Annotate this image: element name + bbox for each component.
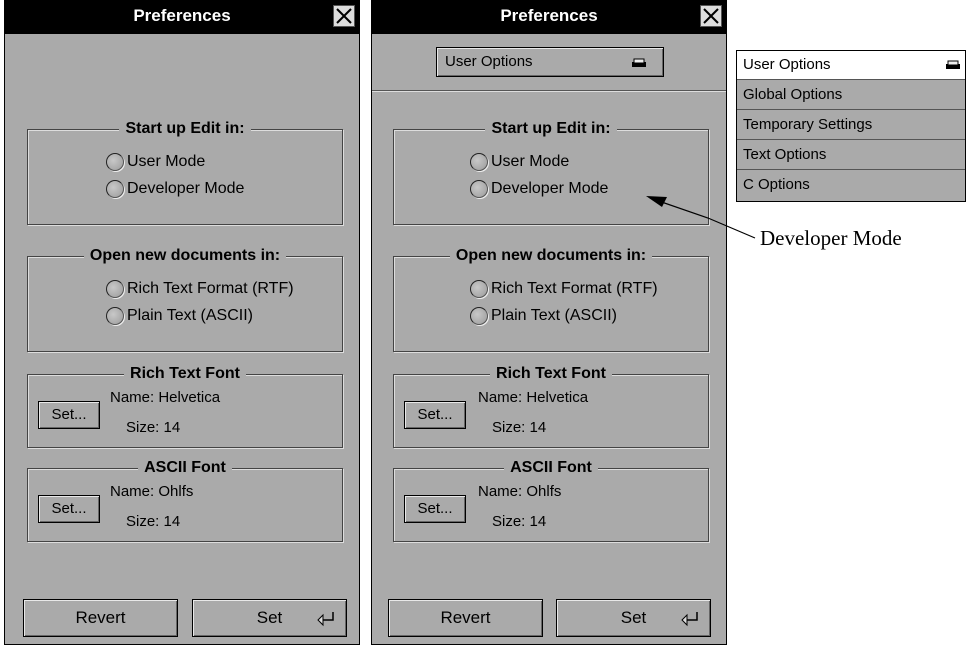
ascii-font-set-button[interactable]: Set...	[38, 495, 100, 523]
radio-rtf[interactable]: Rich Text Format (RTF)	[106, 279, 294, 299]
radio-icon	[470, 153, 488, 171]
rich-font-name: Name: Helvetica	[478, 389, 589, 406]
menu-item-label: Text Options	[743, 146, 827, 163]
close-button[interactable]	[333, 5, 355, 27]
open-documents-group: Open new documents in: Rich Text Format …	[393, 247, 709, 352]
rich-font-set-button[interactable]: Set...	[404, 401, 466, 429]
return-key-icon	[317, 612, 334, 627]
ascii-font-group: ASCII Font Set... Name: Ohlfs Size: 14	[27, 459, 343, 542]
close-icon	[703, 8, 719, 24]
ascii-font-size: Size: 14	[492, 513, 547, 530]
menu-item-temporary-settings[interactable]: Temporary Settings	[737, 111, 965, 140]
revert-button[interactable]: Revert	[23, 599, 178, 637]
radio-icon	[106, 180, 124, 198]
rich-font-name: Name: Helvetica	[110, 389, 221, 406]
radio-icon	[470, 280, 488, 298]
radio-label: Plain Text (ASCII)	[127, 307, 253, 324]
rich-font-size: Size: 14	[492, 419, 547, 436]
radio-label: Plain Text (ASCII)	[491, 307, 617, 324]
preferences-window-left: Preferences Start up Edit in: User Mode …	[4, 0, 360, 645]
startup-group: Start up Edit in: User Mode Developer Mo…	[393, 120, 709, 225]
radio-label: User Mode	[491, 153, 570, 170]
radio-label: Rich Text Format (RTF)	[127, 280, 294, 297]
rich-text-font-legend: Rich Text Font	[124, 365, 246, 382]
radio-icon	[106, 307, 124, 325]
startup-legend: Start up Edit in:	[119, 120, 251, 137]
radio-label: Rich Text Format (RTF)	[491, 280, 658, 297]
menu-item-label: Global Options	[743, 86, 843, 103]
options-popup-button[interactable]: User Options	[436, 47, 664, 77]
radio-icon	[106, 153, 124, 171]
radio-label: User Mode	[127, 153, 206, 170]
radio-user-mode[interactable]: User Mode	[106, 152, 205, 172]
revert-label: Revert	[75, 608, 126, 627]
open-documents-legend: Open new documents in:	[83, 247, 287, 264]
radio-rtf[interactable]: Rich Text Format (RTF)	[470, 279, 658, 299]
radio-ascii[interactable]: Plain Text (ASCII)	[106, 306, 253, 326]
set-label: Set	[256, 608, 283, 627]
set-button[interactable]: Set	[192, 599, 347, 637]
radio-ascii[interactable]: Plain Text (ASCII)	[470, 306, 617, 326]
menu-item-label: C Options	[743, 176, 810, 193]
open-documents-group: Open new documents in: Rich Text Format …	[27, 247, 343, 352]
radio-icon	[470, 307, 488, 325]
annotation-label: Developer Mode	[760, 226, 902, 250]
ascii-font-name: Name: Ohlfs	[110, 483, 194, 500]
popup-indicator-icon	[946, 60, 960, 69]
ascii-font-size: Size: 14	[126, 513, 181, 530]
radio-icon	[106, 280, 124, 298]
return-key-icon	[681, 612, 698, 627]
menu-item-label: Temporary Settings	[743, 116, 873, 133]
options-popup-value: User Options	[445, 53, 533, 70]
menu-item-text-options[interactable]: Text Options	[737, 141, 965, 170]
rich-font-size: Size: 14	[126, 419, 181, 436]
window-title: Preferences	[500, 6, 598, 25]
open-documents-legend: Open new documents in:	[449, 247, 653, 264]
menu-item-c-options[interactable]: C Options	[737, 171, 965, 200]
popup-indicator-icon	[632, 58, 646, 67]
rich-text-font-legend: Rich Text Font	[490, 365, 612, 382]
preferences-window-right: Preferences User Options Start up Edit i…	[371, 0, 727, 645]
ascii-font-set-button[interactable]: Set...	[404, 495, 466, 523]
radio-developer-mode[interactable]: Developer Mode	[106, 179, 244, 199]
window-title: Preferences	[133, 6, 231, 25]
set-label: Set	[620, 608, 647, 627]
radio-label: Developer Mode	[127, 180, 245, 197]
title-bar[interactable]: Preferences	[372, 1, 726, 34]
ascii-font-group: ASCII Font Set... Name: Ohlfs Size: 14	[393, 459, 709, 542]
rich-text-font-group: Rich Text Font Set... Name: Helvetica Si…	[27, 365, 343, 448]
revert-label: Revert	[440, 608, 491, 627]
menu-item-user-options[interactable]: User Options	[737, 51, 965, 80]
close-button[interactable]	[700, 5, 722, 27]
rich-text-font-group: Rich Text Font Set... Name: Helvetica Si…	[393, 365, 709, 448]
radio-user-mode[interactable]: User Mode	[470, 152, 569, 172]
startup-legend: Start up Edit in:	[485, 120, 617, 137]
title-bar[interactable]: Preferences	[5, 1, 359, 34]
ascii-font-legend: ASCII Font	[138, 459, 232, 476]
revert-button[interactable]: Revert	[388, 599, 543, 637]
ascii-font-name: Name: Ohlfs	[478, 483, 562, 500]
radio-developer-mode[interactable]: Developer Mode	[470, 179, 608, 199]
radio-label: Developer Mode	[491, 180, 609, 197]
ascii-font-legend: ASCII Font	[504, 459, 598, 476]
divider	[372, 90, 726, 92]
menu-item-global-options[interactable]: Global Options	[737, 81, 965, 110]
options-popup-menu: User Options Global Options Temporary Se…	[736, 50, 966, 202]
startup-group: Start up Edit in: User Mode Developer Mo…	[27, 120, 343, 225]
close-icon	[336, 8, 352, 24]
radio-icon	[470, 180, 488, 198]
set-button[interactable]: Set	[556, 599, 711, 637]
rich-font-set-button[interactable]: Set...	[38, 401, 100, 429]
menu-item-label: User Options	[743, 56, 831, 73]
